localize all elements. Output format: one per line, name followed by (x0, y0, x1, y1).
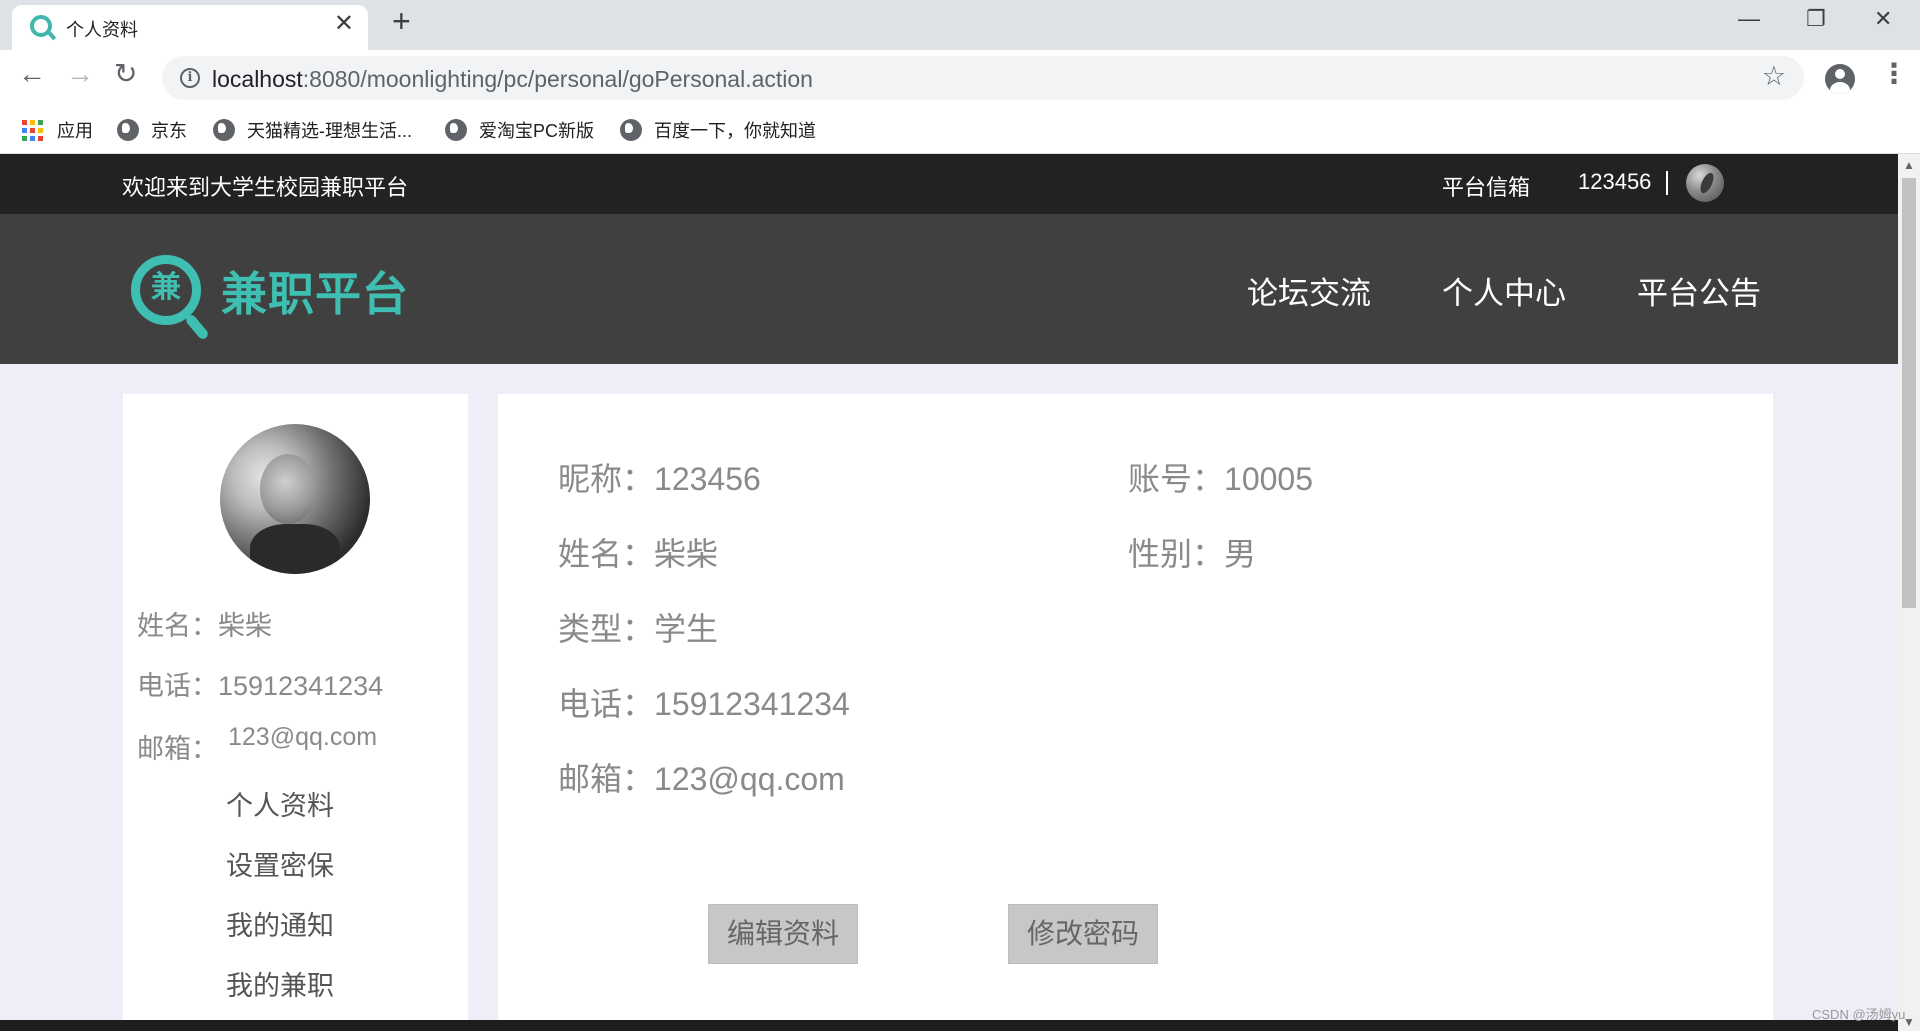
bookmarks-bar: 应用 京东 天猫精选-理想生活... 爱淘宝PC新版 百度一下，你就知道 (0, 106, 1920, 154)
field-nickname: 昵称：123456 (558, 454, 761, 500)
apps-grid-icon (22, 119, 43, 141)
reload-icon[interactable]: ↻ (114, 60, 137, 88)
bookmark-label: 百度一下，你就知道 (654, 121, 816, 141)
sidebar-phone-label: 电话： (137, 671, 218, 701)
browser-tab-active[interactable]: 个人资料 ✕ (12, 5, 368, 50)
change-password-button[interactable]: 修改密码 (1008, 904, 1158, 964)
scroll-thumb[interactable] (1902, 178, 1916, 608)
field-name: 姓名：柴柴 (558, 529, 718, 575)
edit-profile-button[interactable]: 编辑资料 (708, 904, 858, 964)
nav-announcements[interactable]: 平台公告 (1637, 268, 1761, 313)
email-value: 123@qq.com (654, 761, 845, 797)
new-tab-button[interactable]: + (392, 5, 411, 37)
profile-panel: 昵称：123456 账号：10005 姓名：柴柴 性别：男 类型：学生 电话：1… (498, 394, 1773, 1031)
menu-icon[interactable]: ⋮ (1880, 60, 1908, 88)
sidebar-item-security-question[interactable]: 设置密保 (226, 844, 334, 883)
tab-title: 个人资料 (66, 20, 138, 40)
url-text[interactable]: localhost:8080/moonlighting/pc/personal/… (212, 66, 813, 93)
sidebar-email-value: 123@qq.com (228, 723, 378, 751)
phone-value: 15912341234 (654, 686, 850, 722)
bookmark-label: 京东 (151, 121, 187, 141)
sidebar-name-value: 柴柴 (218, 611, 272, 641)
field-email: 邮箱：123@qq.com (558, 754, 845, 800)
star-icon[interactable]: ☆ (1762, 63, 1786, 90)
taskbar-strip (0, 1020, 1898, 1031)
globe-icon (117, 119, 139, 141)
sidebar-email-label: 邮箱： (137, 734, 218, 764)
username-link[interactable]: 123456 (1578, 169, 1651, 195)
scroll-up-icon[interactable]: ▲ (1903, 158, 1915, 172)
profile-icon[interactable] (1825, 64, 1855, 94)
mailbox-link[interactable]: 平台信箱 (1442, 170, 1530, 202)
name-value: 柴柴 (654, 536, 719, 572)
logo-text[interactable]: 兼职平台 (221, 258, 409, 324)
page-scrollbar[interactable]: ▲ ▼ (1898, 154, 1920, 1031)
nickname-value: 123456 (654, 461, 761, 497)
site-topbar: 欢迎来到大学生校园兼职平台 平台信箱 123456 (0, 154, 1898, 214)
sidebar-item-notifications[interactable]: 我的通知 (226, 904, 334, 943)
bookmark-tmall[interactable]: 天猫精选-理想生活... (213, 114, 412, 146)
bookmark-aitaobao[interactable]: 爱淘宝PC新版 (445, 114, 594, 146)
field-type: 类型：学生 (558, 604, 718, 650)
globe-icon (213, 119, 235, 141)
account-value: 10005 (1224, 461, 1313, 497)
close-icon[interactable]: ✕ (1874, 8, 1892, 30)
bookmark-apps[interactable]: 应用 (22, 114, 93, 146)
sidebar-phone: 电话：15912341234 (137, 664, 383, 703)
bookmark-baidu[interactable]: 百度一下，你就知道 (620, 114, 816, 146)
browser-tabstrip: 个人资料 ✕ + — ❐ ✕ (0, 0, 1920, 50)
email-label: 邮箱： (558, 761, 655, 797)
site-header: 兼 兼职平台 论坛交流 个人中心 平台公告 (0, 214, 1898, 364)
account-label: 账号： (1128, 461, 1225, 497)
bookmark-label: 天猫精选-理想生活... (247, 121, 412, 141)
sidebar-phone-value: 15912341234 (218, 671, 384, 701)
name-label: 姓名： (558, 536, 655, 572)
gender-value: 男 (1224, 536, 1257, 572)
sidebar-name-label: 姓名： (137, 611, 218, 641)
bookmark-jd[interactable]: 京东 (117, 114, 187, 146)
forward-icon[interactable]: → (66, 60, 94, 88)
nav-forum[interactable]: 论坛交流 (1247, 268, 1371, 313)
field-account: 账号：10005 (1128, 454, 1313, 500)
welcome-text: 欢迎来到大学生校园兼职平台 (122, 175, 409, 200)
watermark: CSDN @汤姆yu (1812, 1007, 1906, 1022)
field-gender: 性别：男 (1128, 529, 1256, 575)
sidebar-item-my-jobs[interactable]: 我的兼职 (226, 964, 334, 1003)
sidebar-name: 姓名：柴柴 (137, 604, 272, 643)
globe-icon (620, 119, 642, 141)
restore-icon[interactable]: ❐ (1806, 8, 1826, 30)
logo-char: 兼 (151, 271, 181, 304)
tab-close-icon[interactable]: ✕ (334, 12, 354, 36)
bookmark-label: 应用 (57, 121, 93, 141)
type-label: 类型： (558, 611, 655, 647)
bookmark-label: 爱淘宝PC新版 (479, 121, 595, 141)
nav-personal-center[interactable]: 个人中心 (1442, 268, 1566, 313)
field-phone: 电话：15912341234 (558, 679, 850, 725)
back-icon[interactable]: ← (18, 60, 46, 88)
gender-label: 性别： (1128, 536, 1225, 572)
user-avatar[interactable] (1686, 164, 1724, 202)
browser-toolbar: ← → ↻ i localhost:8080/moonlighting/pc/p… (0, 50, 1920, 106)
nickname-label: 昵称： (558, 461, 655, 497)
info-icon[interactable]: i (180, 68, 200, 88)
phone-label: 电话： (558, 686, 655, 722)
minimize-icon[interactable]: — (1738, 8, 1760, 30)
address-bar[interactable]: i localhost:8080/moonlighting/pc/persona… (162, 56, 1804, 100)
globe-icon (445, 119, 467, 141)
profile-sidebar: 姓名：柴柴 电话：15912341234 邮箱： 123@qq.com 个人资料… (123, 394, 468, 1031)
site-favicon-icon (30, 15, 52, 37)
sidebar-item-profile[interactable]: 个人资料 (226, 784, 334, 823)
divider (1666, 171, 1668, 195)
type-value: 学生 (654, 611, 719, 647)
profile-avatar (220, 424, 370, 574)
